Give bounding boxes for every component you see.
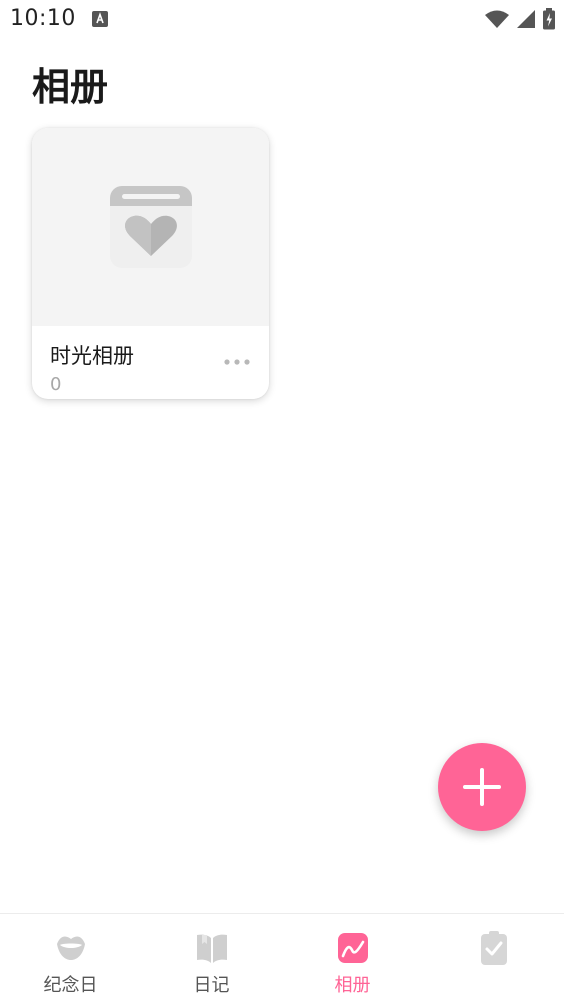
keyboard-a-icon (92, 11, 108, 27)
nav-label: 纪念日 (43, 975, 98, 996)
album-cover (32, 128, 269, 326)
album-card[interactable]: 时光相册 0 (32, 128, 269, 399)
status-bar: 10:10 (0, 0, 564, 38)
calendar-heart-icon (110, 186, 192, 268)
status-time: 10:10 (10, 6, 76, 31)
add-album-button[interactable] (438, 743, 526, 831)
battery-charging-icon (543, 8, 555, 30)
checklist-icon (480, 931, 507, 965)
nav-item-anniversary[interactable]: 纪念日 (0, 914, 141, 1004)
more-horizontal-icon[interactable] (222, 354, 252, 370)
album-photo-count: 0 (50, 374, 62, 395)
status-icons (484, 8, 556, 30)
nav-item-diary[interactable]: 日记 (141, 914, 282, 1004)
nav-item-album[interactable]: 相册 (282, 914, 423, 1004)
page-title: 相册 (32, 65, 109, 109)
plus-icon (463, 768, 501, 806)
album-name: 时光相册 (50, 344, 134, 368)
nav-label: 相册 (334, 975, 371, 996)
book-icon (196, 934, 227, 963)
app-screen: 10:10 相册 时光相册 0 纪念日 日记 相册 (0, 0, 564, 1004)
lips-icon (56, 936, 85, 960)
signal-icon (517, 10, 535, 28)
nav-label: 日记 (193, 975, 230, 996)
nav-item-checklist[interactable] (423, 914, 564, 1004)
photo-icon (337, 933, 368, 963)
bottom-nav: 纪念日 日记 相册 (0, 913, 564, 1004)
wifi-icon (485, 10, 509, 28)
